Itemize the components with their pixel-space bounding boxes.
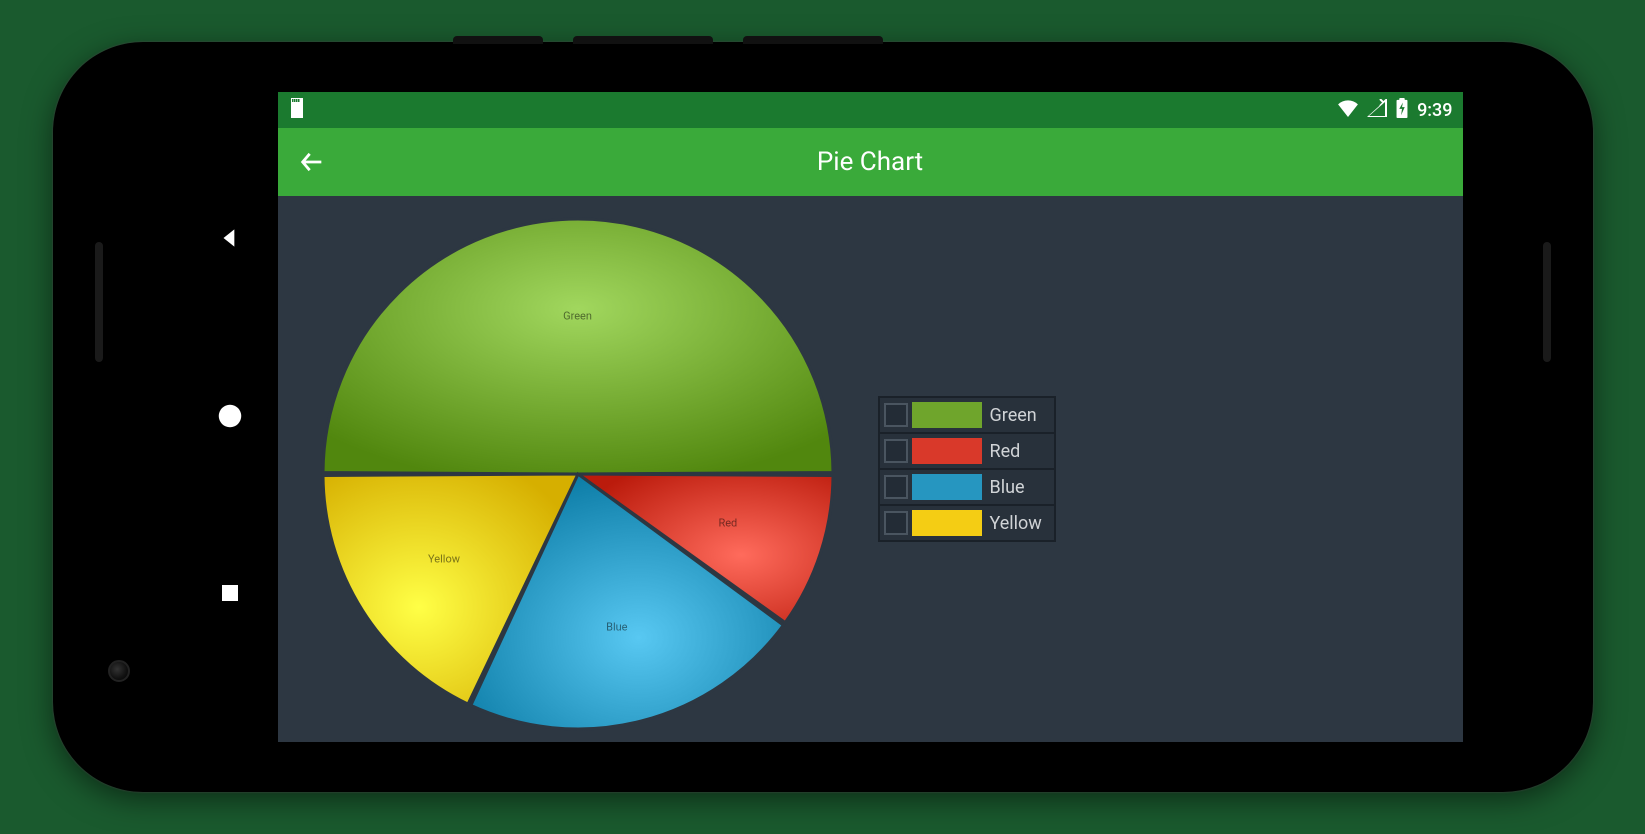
legend-label: Blue <box>990 477 1046 498</box>
app-bar: Pie Chart <box>278 128 1463 196</box>
nav-recents-button[interactable] <box>218 581 242 609</box>
battery-charging-icon <box>1395 98 1409 123</box>
chart-area: GreenRedBlueYellow GreenRedBlueYellow <box>278 196 1463 742</box>
legend-swatch <box>912 438 982 464</box>
legend-checkbox[interactable] <box>884 403 908 427</box>
hw-button <box>743 36 883 44</box>
pie-slice-green[interactable] <box>323 219 833 474</box>
legend-row-red[interactable]: Red <box>879 433 1055 469</box>
legend-checkbox[interactable] <box>884 475 908 499</box>
legend-swatch <box>912 510 982 536</box>
cell-signal-icon <box>1367 99 1387 122</box>
legend-label: Yellow <box>990 513 1046 534</box>
page-title: Pie Chart <box>817 147 923 177</box>
hw-button <box>453 36 543 44</box>
legend-row-green[interactable]: Green <box>879 397 1055 433</box>
legend-row-blue[interactable]: Blue <box>879 469 1055 505</box>
legend-swatch <box>912 474 982 500</box>
nav-back-button[interactable] <box>217 225 243 255</box>
speaker-grille <box>1543 242 1551 362</box>
device-frame: 9:39 Pie Chart GreenRedBlueYellow GreenR… <box>53 42 1593 792</box>
legend-checkbox[interactable] <box>884 511 908 535</box>
android-nav-bar <box>183 92 278 742</box>
chart-legend: Green Red Blue Yellow <box>878 396 1056 542</box>
wifi-icon <box>1337 99 1359 122</box>
back-button[interactable] <box>278 128 346 196</box>
screen: 9:39 Pie Chart GreenRedBlueYellow GreenR… <box>278 92 1463 742</box>
status-bar: 9:39 <box>278 92 1463 128</box>
hw-button <box>573 36 713 44</box>
nav-home-button[interactable] <box>215 401 245 435</box>
legend-label: Green <box>990 405 1046 426</box>
legend-row-yellow[interactable]: Yellow <box>879 505 1055 541</box>
legend-swatch <box>912 402 982 428</box>
sdcard-icon <box>288 98 306 123</box>
front-camera <box>108 660 130 682</box>
pie-chart[interactable]: GreenRedBlueYellow <box>318 214 838 734</box>
legend-checkbox[interactable] <box>884 439 908 463</box>
speaker-grille <box>95 242 103 362</box>
legend-label: Red <box>990 441 1046 462</box>
status-time: 9:39 <box>1417 100 1452 121</box>
